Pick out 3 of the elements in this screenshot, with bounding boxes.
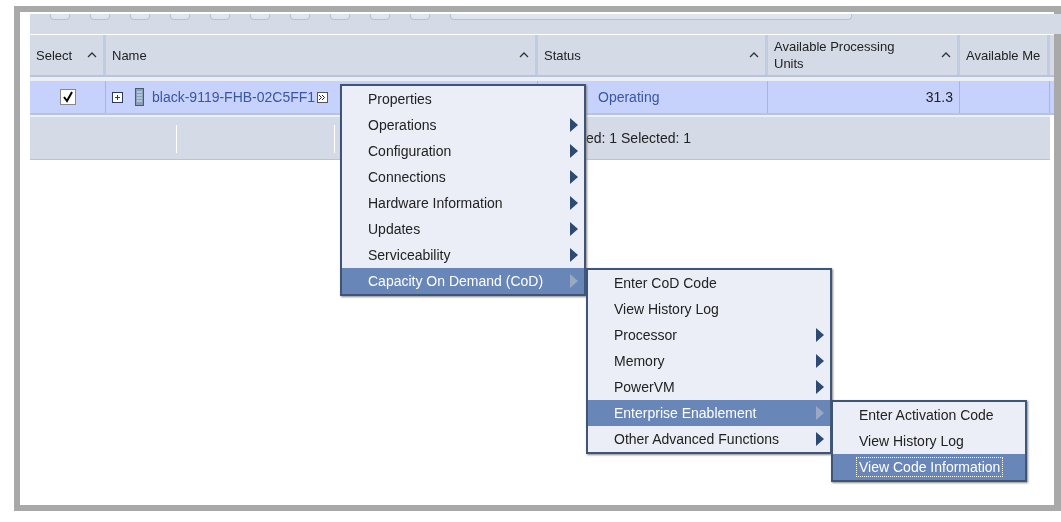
- processing-units-cell: 31.3: [925, 89, 953, 105]
- status-text: Operating: [598, 89, 660, 105]
- footer-summary: ed: 1 Selected: 1: [586, 130, 692, 146]
